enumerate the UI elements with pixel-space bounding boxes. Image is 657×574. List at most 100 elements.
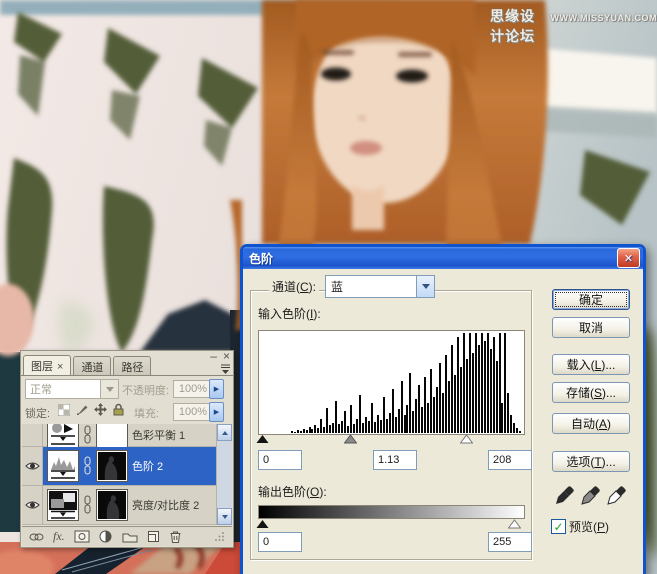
output-highlight-field[interactable]: 255 bbox=[488, 532, 532, 552]
blend-mode-select[interactable]: 正常 bbox=[25, 379, 119, 399]
layer-name: 色彩平衡 1 bbox=[132, 427, 185, 443]
input-sliders bbox=[258, 434, 523, 446]
fill-label: 填充: bbox=[134, 405, 159, 421]
channel-select[interactable]: 蓝 bbox=[325, 275, 435, 298]
watermark-site-url: WWW.MISSYUAN.COM bbox=[551, 13, 657, 23]
new-layer-icon[interactable] bbox=[147, 530, 160, 543]
auto-button[interactable]: 自动(A) bbox=[552, 413, 630, 434]
cancel-button[interactable]: 取消 bbox=[552, 317, 630, 338]
mask-link-icon bbox=[83, 424, 92, 446]
visibility-toggle[interactable] bbox=[22, 447, 43, 485]
opacity-slider-button[interactable]: ▶ bbox=[209, 379, 224, 399]
channel-label: 通道(C): bbox=[269, 278, 319, 295]
preview-checkbox[interactable]: ✓ bbox=[551, 519, 566, 534]
fill-slider-button[interactable]: ▶ bbox=[209, 402, 224, 422]
link-layers-icon[interactable] bbox=[29, 531, 44, 543]
visibility-toggle[interactable] bbox=[22, 486, 43, 524]
fill-value[interactable]: 100% bbox=[173, 403, 211, 421]
layer-style-fx-icon[interactable]: fx. bbox=[53, 529, 65, 544]
lock-transparency-icon[interactable] bbox=[58, 404, 70, 416]
output-shadow-field[interactable]: 0 bbox=[258, 532, 302, 552]
input-highlight-field[interactable]: 208 bbox=[488, 450, 532, 470]
dialog-close-button[interactable]: ✕ bbox=[617, 248, 640, 268]
lock-label: 锁定: bbox=[25, 405, 50, 421]
adjustment-thumbnail-color-balance[interactable] bbox=[47, 424, 79, 449]
chevron-down-icon[interactable] bbox=[416, 276, 434, 297]
output-levels-label: 输出色阶(O): bbox=[255, 483, 330, 500]
visibility-toggle[interactable] bbox=[22, 424, 43, 446]
dialog-titlebar[interactable]: 色阶 ✕ bbox=[243, 247, 643, 269]
watermark-site-name: 思缘设计论坛 bbox=[490, 6, 545, 46]
channel-value: 蓝 bbox=[326, 278, 416, 295]
layer-row-color-balance[interactable]: 色彩平衡 1 bbox=[22, 424, 232, 447]
gray-point-eyedropper-icon[interactable] bbox=[580, 482, 602, 506]
panel-tabs: 图层× 通道 路径 bbox=[23, 356, 153, 375]
opacity-label: 不透明度: bbox=[122, 382, 169, 398]
output-shadow-slider[interactable] bbox=[256, 519, 269, 529]
watermark: 思缘设计论坛 WWW.MISSYUAN.COM bbox=[490, 6, 657, 46]
input-gamma-slider[interactable] bbox=[344, 434, 357, 444]
lock-position-move-icon[interactable] bbox=[94, 403, 107, 416]
options-button[interactable]: 选项(T)... bbox=[552, 451, 630, 472]
dialog-client-area: 通道(C): 蓝 输入色阶(I): 0 1.13 208 输出色阶(O): bbox=[243, 269, 643, 574]
chevron-down-icon[interactable] bbox=[100, 380, 118, 398]
mask-link-icon bbox=[83, 494, 92, 516]
white-point-eyedropper-icon[interactable] bbox=[606, 482, 628, 506]
ok-button[interactable]: 确定 bbox=[552, 289, 630, 310]
delete-layer-trash-icon[interactable] bbox=[169, 530, 182, 543]
eye-icon bbox=[25, 500, 40, 510]
adjustment-thumbnail-brightness-contrast[interactable] bbox=[47, 489, 79, 521]
lock-all-icon[interactable] bbox=[113, 403, 124, 416]
layer-mask-thumbnail[interactable] bbox=[96, 424, 128, 449]
scroll-up-button[interactable] bbox=[217, 424, 232, 441]
panel-close-button[interactable]: × bbox=[223, 351, 230, 361]
new-adjustment-layer-icon[interactable] bbox=[99, 530, 113, 543]
layers-scrollbar[interactable] bbox=[216, 424, 232, 525]
black-point-eyedropper-icon[interactable] bbox=[554, 482, 576, 506]
input-shadow-slider[interactable] bbox=[256, 434, 269, 444]
layers-panel-footer: fx. bbox=[22, 526, 232, 546]
histogram-bars bbox=[261, 333, 522, 433]
screenshot-root: 思缘设计论坛 WWW.MISSYUAN.COM – × 图层× 通道 路径 正常… bbox=[0, 0, 657, 574]
lock-icons bbox=[58, 403, 124, 416]
tab-close-icon[interactable]: × bbox=[57, 361, 63, 373]
layer-mask-thumbnail[interactable] bbox=[96, 450, 128, 482]
layer-name: 亮度/对比度 2 bbox=[132, 497, 199, 513]
new-group-folder-icon[interactable] bbox=[122, 531, 138, 543]
tab-channels[interactable]: 通道 bbox=[73, 356, 111, 375]
layers-list: 色彩平衡 1 色阶 2 bbox=[22, 424, 232, 525]
input-gamma-field[interactable]: 1.13 bbox=[373, 450, 417, 470]
check-icon: ✓ bbox=[553, 521, 563, 533]
layer-row-levels[interactable]: 色阶 2 bbox=[22, 447, 232, 486]
scroll-down-button[interactable] bbox=[217, 508, 232, 525]
panel-resize-grip[interactable] bbox=[214, 531, 225, 542]
add-mask-icon[interactable] bbox=[74, 530, 90, 543]
tab-paths[interactable]: 路径 bbox=[113, 356, 151, 375]
load-button[interactable]: 载入(L)... bbox=[552, 354, 630, 375]
layer-mask-thumbnail[interactable] bbox=[96, 489, 128, 521]
panel-minimize-button[interactable]: – bbox=[210, 351, 217, 361]
opacity-value[interactable]: 100% bbox=[173, 380, 211, 398]
mask-link-icon bbox=[83, 455, 92, 477]
levels-dialog: 色阶 ✕ 通道(C): 蓝 输入色阶(I): 0 1.13 208 输出色阶(O bbox=[240, 244, 646, 574]
panel-window-buttons: – × bbox=[210, 351, 230, 361]
output-highlight-slider[interactable] bbox=[508, 519, 521, 529]
histogram bbox=[258, 330, 525, 435]
blend-mode-value: 正常 bbox=[26, 381, 100, 397]
lock-pixels-brush-icon[interactable] bbox=[76, 404, 88, 416]
input-levels-label: 输入色阶(I): bbox=[255, 305, 324, 322]
layers-panel: – × 图层× 通道 路径 正常 不透明度: 100% ▶ 锁定: 填充: bbox=[20, 350, 234, 548]
adjustment-thumbnail-levels[interactable] bbox=[47, 450, 79, 482]
input-shadow-field[interactable]: 0 bbox=[258, 450, 302, 470]
input-highlight-slider[interactable] bbox=[460, 434, 473, 444]
output-gradient-bar bbox=[258, 505, 525, 519]
preview-label: 预览(P) bbox=[566, 518, 612, 535]
save-button[interactable]: 存储(S)... bbox=[552, 382, 630, 403]
tab-divider bbox=[21, 375, 233, 376]
layer-name: 色阶 2 bbox=[132, 458, 163, 474]
eye-icon bbox=[25, 461, 40, 471]
layer-row-brightness-contrast[interactable]: 亮度/对比度 2 bbox=[22, 486, 232, 525]
tab-layers[interactable]: 图层× bbox=[23, 355, 71, 375]
output-sliders bbox=[258, 519, 523, 531]
dialog-title: 色阶 bbox=[249, 250, 273, 267]
